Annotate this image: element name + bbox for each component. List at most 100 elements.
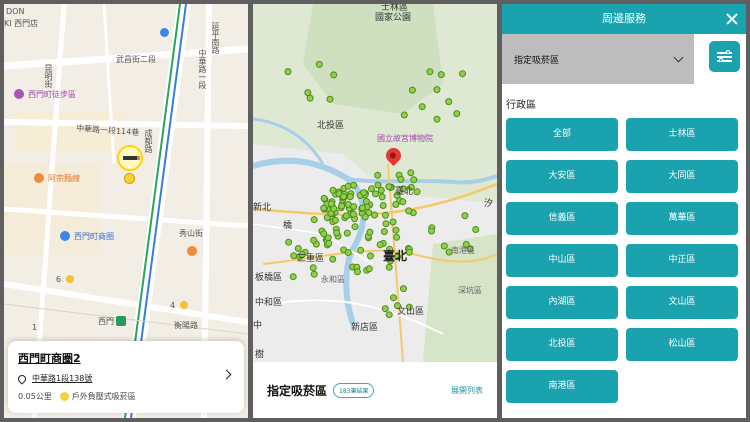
city-map[interactable]: 士林區 國家公園 北投區 國立故宮博物院 臺北 臺北 汐 南港區 新北 三重區 … — [253, 4, 497, 362]
smoking-area-dot[interactable] — [304, 89, 312, 97]
smoking-area-dot[interactable] — [310, 236, 318, 244]
smoking-area-dot[interactable] — [358, 204, 366, 212]
district-button[interactable]: 大安區 — [506, 160, 618, 193]
smoking-area-dot[interactable] — [385, 263, 393, 271]
smoking-area-dot[interactable] — [368, 185, 375, 193]
smoking-area-dot[interactable] — [320, 194, 328, 202]
smoking-area-dot[interactable] — [360, 189, 368, 197]
smoking-area-dot[interactable] — [459, 70, 466, 78]
district-button[interactable]: 北投區 — [506, 328, 618, 361]
smoking-area-dot[interactable] — [453, 110, 461, 118]
smoking-area-dot[interactable] — [385, 183, 393, 191]
smoking-area-dot[interactable] — [285, 238, 293, 246]
smoking-area-dot[interactable] — [320, 204, 328, 212]
restaurant-poi-icon[interactable] — [34, 173, 44, 183]
camera-poi-icon[interactable] — [160, 28, 169, 37]
district-button[interactable]: 萬華區 — [626, 202, 738, 235]
smoking-area-dot[interactable] — [374, 171, 382, 179]
smoking-area-dot[interactable] — [376, 241, 384, 249]
smoking-area-dot[interactable] — [310, 216, 318, 224]
smoking-area-dot[interactable] — [413, 188, 421, 196]
selected-smoking-area-marker[interactable] — [117, 145, 143, 171]
smoking-poi-small-icon-2[interactable] — [180, 301, 188, 309]
metro-station-icon[interactable] — [116, 316, 126, 326]
district-button[interactable]: 信義區 — [506, 202, 618, 235]
smoking-area-dot[interactable] — [124, 173, 135, 184]
smoking-area-dot[interactable] — [399, 198, 407, 206]
smoking-area-dot[interactable] — [357, 246, 365, 254]
smoking-area-dot[interactable] — [410, 176, 418, 184]
smoking-area-dot[interactable] — [333, 229, 341, 237]
district-button[interactable]: 松山區 — [626, 328, 738, 361]
smoking-area-dot[interactable] — [400, 111, 408, 119]
smoking-area-dot[interactable] — [344, 182, 352, 190]
smoking-area-dot[interactable] — [400, 285, 407, 293]
smoking-area-dot[interactable] — [390, 294, 397, 302]
expand-list-link[interactable]: 展開列表 — [451, 385, 483, 396]
filter-button[interactable] — [709, 41, 740, 72]
smoking-area-dot[interactable] — [315, 60, 323, 68]
mall-poi-icon[interactable] — [60, 231, 70, 241]
smoking-area-dot[interactable] — [426, 68, 434, 76]
smoking-area-dot[interactable] — [405, 207, 413, 215]
location-title[interactable]: 西門町商圈2 — [18, 350, 234, 366]
smoking-area-dot[interactable] — [327, 200, 335, 208]
smoking-area-dot[interactable] — [329, 186, 337, 194]
smoking-area-dot[interactable] — [371, 211, 379, 219]
district-button[interactable]: 中正區 — [626, 244, 738, 277]
smoking-area-dot[interactable] — [392, 226, 400, 234]
district-button[interactable]: 內湖區 — [506, 286, 618, 319]
smoking-area-dot[interactable] — [351, 223, 359, 231]
shopping-poi-icon[interactable] — [14, 89, 24, 99]
smoking-area-dot[interactable] — [381, 305, 389, 313]
smoking-area-dot[interactable] — [433, 115, 441, 123]
district-button[interactable]: 中山區 — [506, 244, 618, 277]
smoking-area-dot[interactable] — [349, 210, 357, 218]
smoking-area-dot[interactable] — [380, 228, 388, 236]
smoking-area-dot[interactable] — [366, 228, 374, 236]
smoking-area-dot[interactable] — [378, 193, 386, 201]
smoking-area-dot[interactable] — [310, 270, 318, 278]
district-button[interactable]: 文山區 — [626, 286, 738, 319]
smoking-area-dot[interactable] — [407, 169, 415, 177]
district-button[interactable]: 南港區 — [506, 370, 618, 403]
smoking-area-dot[interactable] — [372, 190, 379, 198]
smoking-area-dot[interactable] — [382, 211, 389, 219]
district-button[interactable]: 大同區 — [626, 160, 738, 193]
smoking-area-dot[interactable] — [392, 201, 400, 208]
district-button[interactable]: 全部 — [506, 118, 618, 151]
district-button[interactable]: 士林區 — [626, 118, 738, 151]
smoking-area-dot[interactable] — [428, 227, 435, 235]
smoking-area-dot[interactable] — [342, 212, 350, 220]
smoking-area-dot[interactable] — [294, 245, 302, 252]
close-icon[interactable] — [724, 11, 740, 27]
smoking-area-dot[interactable] — [433, 86, 441, 94]
smoking-area-dot[interactable] — [340, 193, 347, 201]
service-type-select[interactable]: 指定吸菸區 — [502, 34, 694, 84]
smoking-poi-small-icon[interactable] — [66, 275, 74, 283]
smoking-area-dot[interactable] — [338, 202, 346, 210]
smoking-area-dot[interactable] — [389, 218, 397, 226]
smoking-area-dot[interactable] — [367, 252, 374, 260]
smoking-area-dot[interactable] — [418, 103, 426, 111]
smoking-area-dot[interactable] — [325, 239, 333, 247]
smoking-area-dot[interactable] — [350, 181, 358, 189]
smoking-area-dot[interactable] — [362, 198, 370, 205]
smoking-area-dot[interactable] — [290, 252, 298, 260]
smoking-area-dot[interactable] — [445, 98, 453, 106]
smoking-area-dot[interactable] — [405, 248, 413, 256]
smoking-area-dot[interactable] — [379, 202, 387, 209]
smoking-area-dot[interactable] — [377, 186, 385, 194]
smoking-area-dot[interactable] — [461, 212, 469, 220]
smoking-area-dot[interactable] — [393, 233, 401, 241]
smoking-area-dot[interactable] — [309, 264, 317, 272]
smoking-area-dot[interactable] — [343, 229, 351, 237]
smoking-area-dot[interactable] — [385, 311, 393, 319]
smoking-area-dot[interactable] — [331, 216, 339, 224]
smoking-area-dot[interactable] — [353, 268, 361, 276]
smoking-area-dot[interactable] — [289, 273, 297, 281]
smoking-area-dot[interactable] — [437, 71, 445, 79]
smoking-area-dot[interactable] — [408, 86, 416, 94]
smoking-area-dot[interactable] — [326, 95, 334, 103]
smoking-area-dot[interactable] — [472, 226, 480, 233]
